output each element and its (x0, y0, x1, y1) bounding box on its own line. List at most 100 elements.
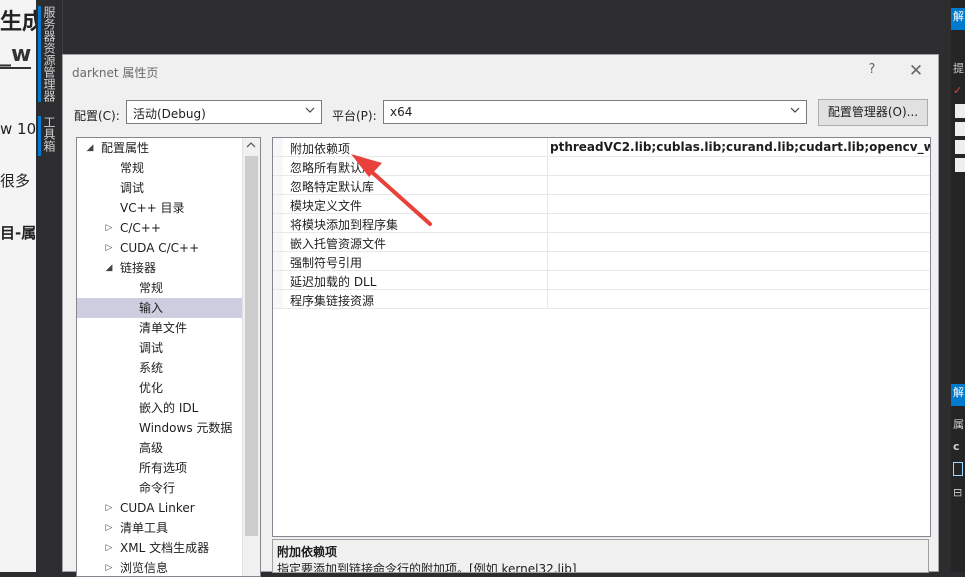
property-name: 忽略特定默认库 (290, 180, 375, 194)
tree-item[interactable]: ◢ 配置属性 (77, 138, 242, 158)
tree-item[interactable]: Windows 元数据 (77, 418, 242, 438)
tree-item-label: 嵌入的 IDL (139, 401, 199, 415)
configuration-select[interactable]: 活动(Debug) (126, 100, 322, 124)
tree-item-label: 常规 (120, 161, 145, 175)
tree-item-label: XML 文档生成器 (120, 541, 210, 555)
tree-item[interactable]: 系统 (77, 358, 242, 378)
tree-item[interactable]: ▷ CUDA C/C++ (77, 238, 242, 258)
panel-box-icon[interactable] (953, 462, 963, 476)
tree-item[interactable]: 高级 (77, 438, 242, 458)
collapsed-triangle-icon[interactable]: ▷ (104, 238, 114, 258)
tree-item-label: Windows 元数据 (139, 421, 233, 435)
dialog-titlebar[interactable]: darknet 属性页 ? ✕ (63, 55, 938, 89)
tree-item-label: VC++ 目录 (120, 201, 185, 215)
scroll-up-icon[interactable] (246, 140, 256, 150)
tree-item[interactable]: ▷ 浏览信息 (77, 558, 242, 576)
property-value[interactable]: pthreadVC2.lib;cublas.lib;curand.lib;cud… (550, 140, 930, 154)
article-fragment-text: _w (0, 42, 32, 69)
property-row[interactable]: 模块定义文件 (273, 195, 930, 214)
grid-column-divider[interactable] (547, 138, 548, 309)
property-row[interactable]: 将模块添加到程序集 (273, 214, 930, 233)
panel-glyph: 提 (953, 62, 964, 75)
tree-item[interactable]: VC++ 目录 (77, 198, 242, 218)
tree-item-label: CUDA C/C++ (120, 241, 200, 255)
tree-item[interactable]: 优化 (77, 378, 242, 398)
background-article: 生成 _w w 10现 很多 目-属 (0, 0, 36, 572)
tree-item[interactable]: 常规 (77, 158, 242, 178)
tree-item-label: 调试 (139, 341, 164, 355)
collapsed-triangle-icon[interactable]: ▷ (104, 518, 114, 538)
tree-item[interactable]: 调试 (77, 178, 242, 198)
tree-item-label: 清单工具 (120, 521, 169, 535)
property-row[interactable]: 忽略所有默认库 (273, 157, 930, 176)
property-row[interactable]: 延迟加载的 DLL (273, 271, 930, 290)
platform-label: 平台(P): (332, 109, 377, 123)
property-name: 延迟加载的 DLL (290, 275, 377, 289)
properties-tab[interactable]: 解 (951, 384, 965, 406)
description-text: 指定要添加到链接命令行的附加项。[例如 kernel32.lib] (277, 562, 577, 573)
tree-item-label: C/C++ (120, 221, 161, 235)
tab-active-marker (38, 6, 41, 102)
tree-item[interactable]: 常规 (77, 278, 242, 298)
panel-field (955, 122, 965, 136)
tree-item-label: 系统 (139, 361, 164, 375)
collapsed-triangle-icon[interactable]: ▷ (104, 218, 114, 238)
close-button[interactable]: ✕ (905, 60, 927, 82)
tree-item[interactable]: ▷ XML 文档生成器 (77, 538, 242, 558)
platform-select[interactable]: x64 (383, 100, 807, 124)
config-value: 活动(Debug) (133, 107, 206, 121)
property-name: 忽略所有默认库 (290, 161, 375, 175)
article-fragment: 生成 (0, 10, 36, 35)
panel-field (955, 158, 965, 172)
article-fragment: 目-属 (0, 224, 36, 242)
help-button[interactable]: ? (862, 62, 882, 82)
collapsed-triangle-icon[interactable]: ▷ (104, 558, 114, 576)
config-label: 配置(C): (74, 109, 120, 123)
collapsed-triangle-icon[interactable]: ▷ (104, 498, 114, 518)
tab-server-explorer[interactable]: 服务器资源管理器 (42, 6, 56, 102)
tree-item-label: 配置属性 (101, 141, 150, 155)
vs-left-toolstrip: 服务器资源管理器 工具箱 (36, 0, 63, 572)
tree-item-label: 调试 (120, 181, 145, 195)
tree-item[interactable]: ◢ 链接器 (77, 258, 242, 278)
tree-item[interactable]: ▷ C/C++ (77, 218, 242, 238)
tree-item-label: 常规 (139, 281, 164, 295)
tree-item[interactable]: 调试 (77, 338, 242, 358)
article-fragment: w 10现 (0, 120, 36, 138)
panel-field (955, 104, 965, 118)
property-name: 模块定义文件 (290, 199, 363, 213)
tree-item-label: 所有选项 (139, 461, 188, 475)
tree-item[interactable]: 输入 (77, 298, 242, 318)
property-name: 嵌入托管资源文件 (290, 237, 387, 251)
property-row[interactable]: 程序集链接资源 (273, 290, 930, 309)
article-fragment: 很多 (0, 172, 31, 190)
tree-item[interactable]: 命令行 (77, 478, 242, 498)
collapsed-triangle-icon[interactable]: ▷ (104, 538, 114, 558)
solution-explorer-tab[interactable]: 解 (951, 8, 965, 30)
property-row[interactable]: 嵌入托管资源文件 (273, 233, 930, 252)
article-fragment: _w (0, 42, 32, 69)
tree-item[interactable]: 清单文件 (77, 318, 242, 338)
collapse-icon[interactable]: ⊟ (953, 486, 962, 499)
panel-glyph: c (953, 440, 960, 453)
tab-toolbox[interactable]: 工具箱 (42, 116, 56, 152)
tree-item-label: 清单文件 (139, 321, 188, 335)
property-row[interactable]: 忽略特定默认库 (273, 176, 930, 195)
tree-item[interactable]: 嵌入的 IDL (77, 398, 242, 418)
tab-active-marker (38, 116, 41, 156)
panel-glyph: 属 (953, 418, 964, 431)
property-row[interactable]: 附加依赖项 pthreadVC2.lib;cublas.lib;curand.li… (273, 138, 930, 157)
tree-item-label: 输入 (139, 301, 164, 315)
configuration-manager-button[interactable]: 配置管理器(O)... (818, 99, 928, 126)
tree-item[interactable]: ▷ 清单工具 (77, 518, 242, 538)
expanded-triangle-icon[interactable]: ◢ (104, 258, 114, 278)
tree-scrollbar[interactable] (242, 138, 260, 576)
property-row[interactable]: 强制符号引用 (273, 252, 930, 271)
tree-item[interactable]: ▷ CUDA Linker (77, 498, 242, 518)
chevron-down-icon (305, 107, 315, 113)
scrollbar-thumb[interactable] (245, 156, 258, 536)
expanded-triangle-icon[interactable]: ◢ (85, 138, 95, 158)
tree-item-label: CUDA Linker (120, 501, 195, 515)
property-name: 程序集链接资源 (290, 294, 375, 308)
tree-item[interactable]: 所有选项 (77, 458, 242, 478)
